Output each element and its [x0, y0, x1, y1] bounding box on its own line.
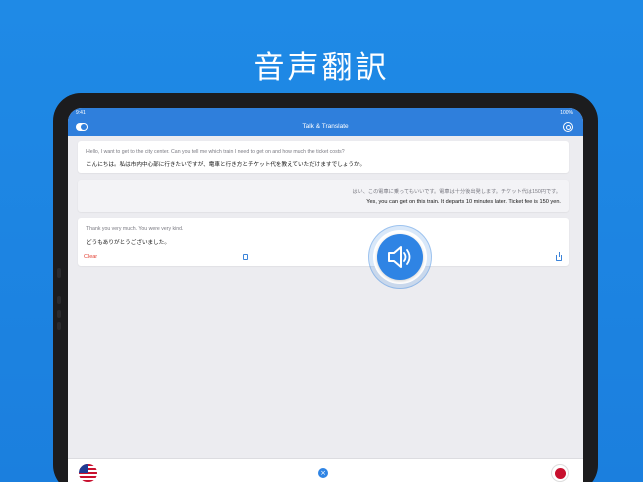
copy-icon[interactable]	[243, 254, 248, 260]
status-battery: 100%	[560, 110, 573, 116]
close-icon[interactable]: ×	[318, 468, 328, 478]
clear-button[interactable]: Clear	[84, 254, 97, 260]
speaker-button[interactable]	[377, 234, 423, 280]
message-source: はい、この電車に乗ってもいいです。電車は十分後出発します。チケット代は150円で…	[352, 189, 561, 195]
message-card-2[interactable]: はい、この電車に乗ってもいいです。電車は十分後出発します。チケット代は150円で…	[78, 180, 569, 212]
message-card-1[interactable]: Hello, I want to get to the city center.…	[78, 141, 569, 173]
nav-bar: Talk & Translate	[68, 118, 583, 136]
app-title: Talk & Translate	[302, 123, 349, 130]
message-card-3[interactable]: Thank you very much. You were very kind.…	[78, 218, 569, 266]
headline: 音声翻訳	[253, 50, 390, 86]
volume-down-button	[57, 296, 61, 304]
message-translation: どうもありがとうございました。	[86, 240, 170, 246]
side-button-2	[57, 322, 61, 330]
volume-up-button	[57, 268, 61, 278]
status-time: 9:41	[76, 110, 86, 116]
gear-icon[interactable]	[563, 122, 573, 132]
side-button	[57, 310, 61, 318]
message-translation: Yes, you can get on this train. It depar…	[366, 199, 561, 205]
flag-us-icon[interactable]	[79, 464, 97, 482]
message-source: Hello, I want to get to the city center.…	[86, 149, 345, 155]
speaker-icon	[388, 246, 411, 268]
message-source: Thank you very much. You were very kind.	[86, 226, 184, 232]
message-translation: こんにちは。私は市内中心部に行きたいですが、電車と行き方とチケット代を教えていた…	[86, 162, 366, 168]
share-icon[interactable]	[556, 252, 562, 261]
status-bar: 9:41 100%	[68, 108, 583, 118]
app-screen: 9:41 100% Talk & Translate Hello, I want…	[68, 108, 583, 482]
flag-jp-icon[interactable]	[551, 464, 569, 482]
language-bar: ×	[68, 458, 583, 482]
